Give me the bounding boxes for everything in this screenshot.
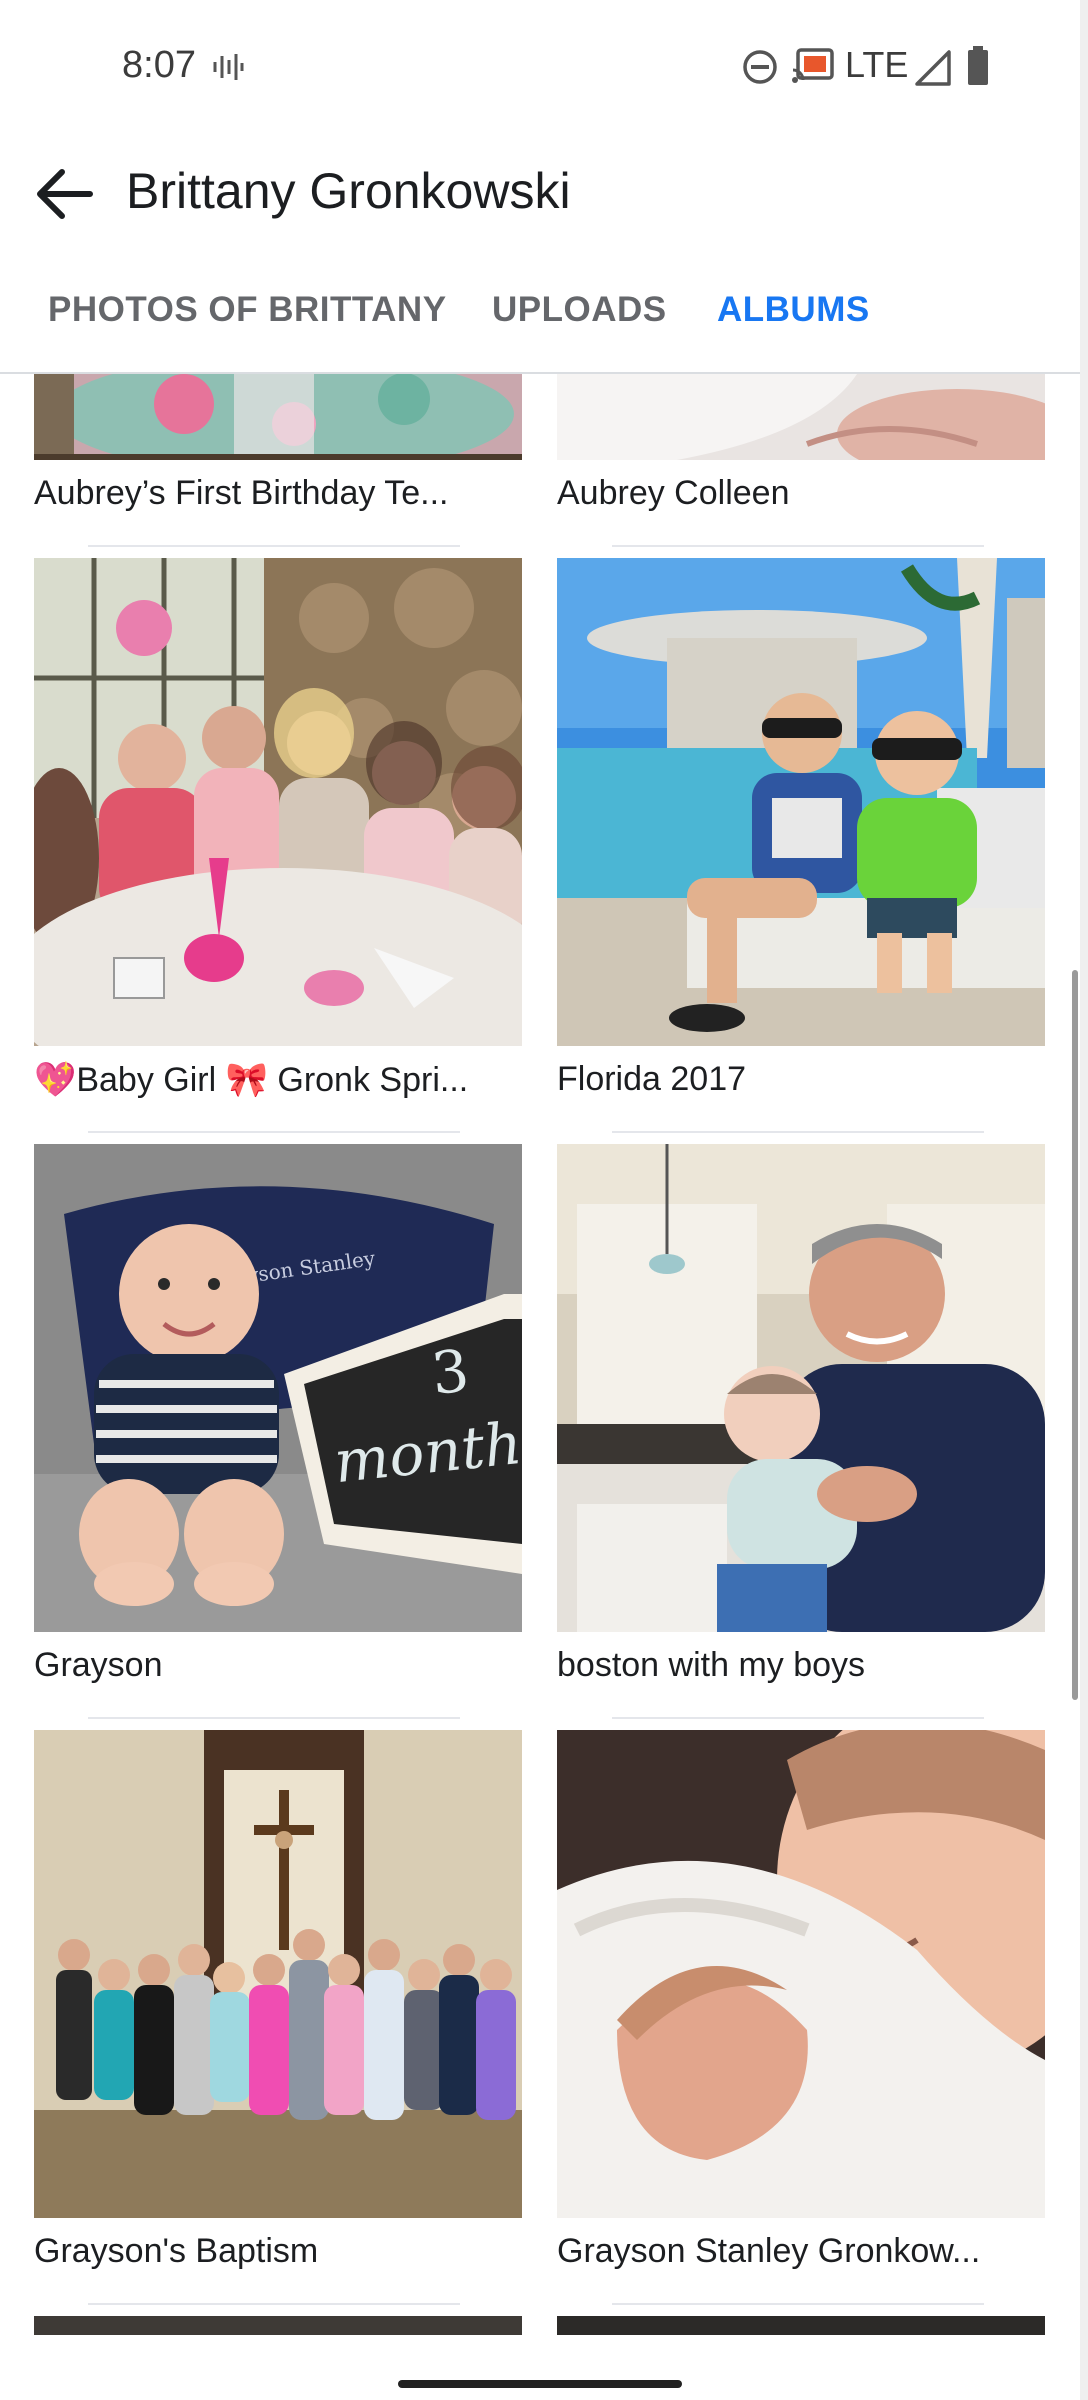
status-time: 8:07 — [122, 44, 196, 86]
arrow-back-icon[interactable] — [32, 162, 96, 226]
album-cover — [557, 1144, 1045, 1632]
divider — [88, 545, 460, 547]
album-caption: Grayson's Baptism — [34, 2232, 319, 2270]
album-caption: boston with my boys — [557, 1646, 866, 1684]
network-type: LTE — [845, 44, 909, 85]
album-cover — [34, 558, 522, 1046]
album-cover: Grayson Stanley 3 months — [34, 1144, 522, 1632]
scroll-track — [1080, 0, 1088, 2400]
album-cover — [34, 374, 522, 460]
album-cover — [557, 558, 1045, 1046]
album-caption: Grayson Stanley Gronkow... — [557, 2232, 981, 2270]
cast-icon — [792, 48, 834, 83]
album-cover-image: Grayson Stanley 3 months — [34, 1144, 522, 1632]
album-caption: Aubrey’s First Birthday Te... — [34, 474, 449, 512]
album-cover — [557, 2316, 1045, 2336]
divider — [612, 2303, 984, 2305]
divider — [612, 545, 984, 547]
album-caption: Grayson — [34, 1646, 163, 1684]
divider — [88, 2303, 460, 2305]
album-cover-image — [557, 558, 1045, 1046]
album-cover — [34, 1730, 522, 2218]
app-bar: Brittany Gronkowski — [0, 132, 1080, 252]
tab-bar: PHOTOS OF BRITTANY UPLOADS ALBUMS — [0, 252, 1080, 374]
tab-photos-of-brittany[interactable]: PHOTOS OF BRITTANY — [48, 290, 447, 330]
signal-icon — [915, 50, 951, 86]
voicemail-icon — [213, 54, 244, 80]
tab-albums[interactable]: ALBUMS — [717, 290, 870, 330]
divider — [88, 1131, 460, 1133]
divider — [612, 1717, 984, 1719]
album-cover-image — [34, 1730, 522, 2218]
do-not-disturb-icon — [743, 50, 777, 84]
album-caption: 💖Baby Girl 🎀 Gronk Spri... — [34, 1061, 469, 1099]
album-cover-image — [557, 1144, 1045, 1632]
page-title: Brittany Gronkowski — [126, 163, 571, 219]
album-cover-image — [557, 1730, 1045, 2218]
navigation-bar — [0, 2335, 1080, 2400]
home-gesture-handle[interactable] — [398, 2380, 682, 2388]
album-cover-image — [34, 558, 522, 1046]
album-cover — [34, 2316, 522, 2336]
scrollbar-thumb[interactable] — [1072, 970, 1078, 1700]
album-cover — [557, 374, 1045, 460]
divider — [88, 1717, 460, 1719]
status-bar: 8:07 LTE — [0, 0, 1080, 132]
sign-number: 3 — [428, 1336, 472, 1407]
album-caption: Aubrey Colleen — [557, 474, 790, 512]
battery-icon — [968, 46, 988, 85]
tab-uploads[interactable]: UPLOADS — [492, 290, 667, 330]
album-cover — [557, 1730, 1045, 2218]
album-cover-image — [34, 374, 522, 460]
album-cover-image — [557, 374, 1045, 460]
divider — [612, 1131, 984, 1133]
album-caption: Florida 2017 — [557, 1060, 747, 1098]
